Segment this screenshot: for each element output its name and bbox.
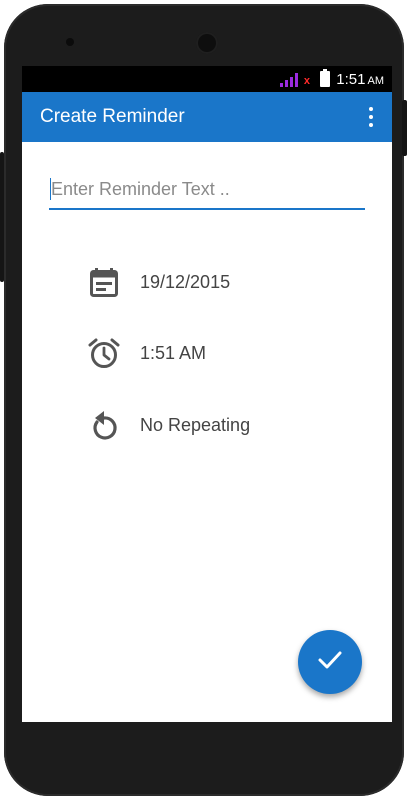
phone-frame: x 1:51 AM Create Reminder Enter Reminder…	[0, 4, 407, 796]
power-button	[0, 152, 4, 282]
repeat-setting-row[interactable]: No Repeating	[88, 405, 348, 445]
page-title: Create Reminder	[40, 106, 185, 127]
alarm-clock-icon	[88, 337, 120, 369]
save-reminder-button[interactable]	[298, 630, 362, 694]
screen: x 1:51 AM Create Reminder Enter Reminder…	[22, 66, 392, 722]
check-icon	[317, 647, 343, 678]
front-camera	[66, 38, 74, 46]
battery-icon	[320, 69, 330, 87]
repeat-icon	[88, 409, 120, 441]
signal-icon	[280, 73, 302, 87]
overflow-menu-icon[interactable]	[366, 104, 376, 130]
time-value: 1:51 AM	[140, 342, 207, 363]
reminder-text-input[interactable]	[49, 174, 365, 210]
app-bar: Create Reminder	[22, 92, 392, 142]
volume-button	[402, 100, 407, 156]
earpiece-speaker	[196, 32, 218, 54]
no-data-icon: x	[303, 75, 310, 87]
status-time-ampm: AM	[367, 75, 385, 87]
status-bar: x 1:51 AM	[22, 66, 392, 92]
repeat-value: No Repeating	[140, 414, 251, 435]
reminder-text-field	[49, 164, 365, 216]
time-setting-row[interactable]: 1:51 AM	[88, 333, 348, 373]
calendar-icon	[88, 266, 120, 298]
status-time: 1:51 AM	[336, 71, 384, 88]
status-time-value: 1:51	[336, 71, 366, 88]
date-value: 19/12/2015	[140, 271, 231, 292]
text-cursor	[50, 178, 51, 200]
date-setting-row[interactable]: 19/12/2015	[88, 262, 348, 302]
